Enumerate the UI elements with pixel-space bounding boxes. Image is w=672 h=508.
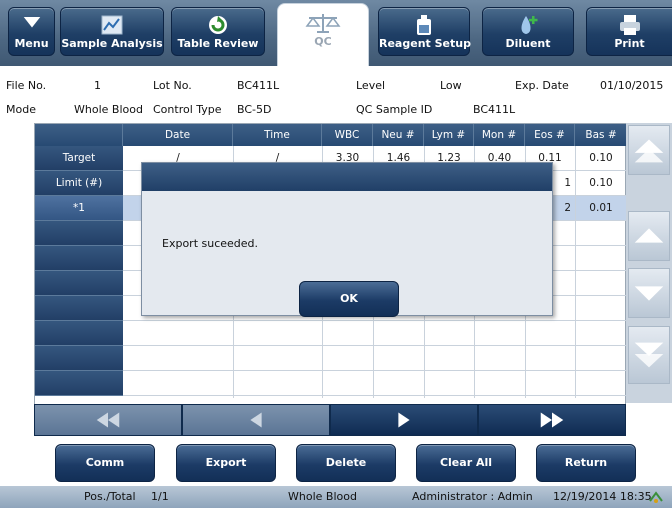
export-result-dialog: Export suceeded. OK: [141, 162, 553, 317]
diluent-button[interactable]: Diluent: [482, 7, 574, 56]
row-label-limit[interactable]: Limit (#): [35, 171, 123, 196]
previous-record-button[interactable]: [182, 404, 330, 436]
table-row[interactable]: [123, 371, 627, 396]
chart-icon: [101, 15, 123, 35]
file-no-label: File No.: [6, 79, 47, 92]
network-icon: [649, 491, 663, 503]
dialog-message: Export suceeded.: [162, 237, 259, 250]
right-arrow-icon: [398, 412, 410, 428]
menu-button[interactable]: Menu: [8, 7, 55, 56]
control-type-label: Control Type: [153, 103, 222, 116]
header-lym: Lym #: [424, 124, 474, 146]
status-datetime: 12/19/2014 18:35: [553, 490, 652, 503]
scale-icon: [305, 14, 341, 33]
up-arrow-icon: [634, 228, 664, 243]
double-left-icon: [96, 412, 120, 428]
header-bas: Bas #: [575, 124, 627, 146]
scroll-down-button[interactable]: [628, 268, 670, 318]
status-user: Administrator : Admin: [412, 490, 533, 503]
print-button[interactable]: Print: [586, 7, 672, 56]
row-label-record-1[interactable]: *1: [35, 196, 123, 221]
table-row[interactable]: [123, 321, 627, 346]
double-down-icon: [634, 342, 664, 368]
scroll-bottom-button[interactable]: [628, 326, 670, 384]
double-right-icon: [540, 412, 564, 428]
delete-button[interactable]: Delete: [296, 444, 396, 482]
last-record-button[interactable]: [478, 404, 626, 436]
scroll-up-button[interactable]: [628, 211, 670, 261]
row-label-empty[interactable]: [35, 271, 123, 296]
export-button[interactable]: Export: [176, 444, 276, 482]
first-record-button[interactable]: [34, 404, 182, 436]
lot-no-value: BC411L: [237, 79, 280, 92]
lot-no-label: Lot No.: [153, 79, 192, 92]
level-value: Low: [440, 79, 462, 92]
row-label-empty[interactable]: [35, 246, 123, 271]
ok-button[interactable]: OK: [299, 281, 399, 317]
row-label-empty[interactable]: [35, 296, 123, 321]
status-bar: Pos./Total 1/1 Whole Blood Administrator…: [0, 486, 672, 508]
return-button[interactable]: Return: [536, 444, 636, 482]
review-icon: [209, 16, 227, 34]
record-pager: [34, 404, 626, 436]
bottle-icon: [417, 15, 431, 35]
table-review-button[interactable]: Table Review: [171, 7, 265, 56]
mode-value: Whole Blood: [74, 103, 143, 116]
dialog-title-bar: [142, 163, 552, 191]
pos-total-label: Pos./Total: [84, 490, 136, 503]
exp-date-value: 01/10/2015: [600, 79, 664, 92]
row-label-empty[interactable]: [35, 371, 123, 396]
double-up-icon: [634, 139, 664, 163]
menu-arrow-icon: [23, 17, 40, 28]
drop-icon: [521, 16, 538, 34]
down-arrow-icon: [634, 286, 664, 301]
row-label-empty[interactable]: [35, 346, 123, 371]
scroll-top-button[interactable]: [628, 125, 670, 175]
header-wbc: WBC: [322, 124, 373, 146]
table-row[interactable]: [123, 346, 627, 371]
pos-total-value: 1/1: [151, 490, 169, 503]
header-eos: Eos #: [525, 124, 575, 146]
status-mode: Whole Blood: [288, 490, 357, 503]
cell-record-1-bas: 0.01: [589, 202, 613, 214]
header-date: Date: [123, 124, 233, 146]
reagent-setup-button[interactable]: Reagent Setup: [378, 7, 471, 56]
vertical-scrollbar[interactable]: [626, 123, 672, 403]
next-record-button[interactable]: [330, 404, 478, 436]
exp-date-label: Exp. Date: [515, 79, 569, 92]
qc-sample-id-value: BC411L: [473, 103, 516, 116]
cell-target-bas: 0.10: [589, 152, 613, 164]
cell-limit-bas: 0.10: [589, 177, 613, 189]
comm-button[interactable]: Comm: [55, 444, 155, 482]
level-label: Level: [356, 79, 386, 92]
file-no-value: 1: [94, 79, 101, 92]
header-mon: Mon #: [474, 124, 525, 146]
mode-label: Mode: [6, 103, 36, 116]
qc-sample-id-label: QC Sample ID: [356, 103, 433, 116]
tab-qc[interactable]: QC: [277, 3, 369, 66]
row-label-empty[interactable]: [35, 321, 123, 346]
control-type-value: BC-5D: [237, 103, 272, 116]
header-corner: [35, 124, 123, 146]
header-neu: Neu #: [373, 124, 424, 146]
left-arrow-icon: [250, 412, 262, 428]
row-label-empty[interactable]: [35, 221, 123, 246]
top-toolbar: Menu Sample Analysis Table Review QC Rea…: [0, 0, 672, 66]
sample-analysis-button[interactable]: Sample Analysis: [60, 7, 164, 56]
row-label-target[interactable]: Target: [35, 146, 123, 171]
clear-all-button[interactable]: Clear All: [416, 444, 516, 482]
header-time: Time: [233, 124, 322, 146]
printer-icon: [619, 15, 640, 35]
